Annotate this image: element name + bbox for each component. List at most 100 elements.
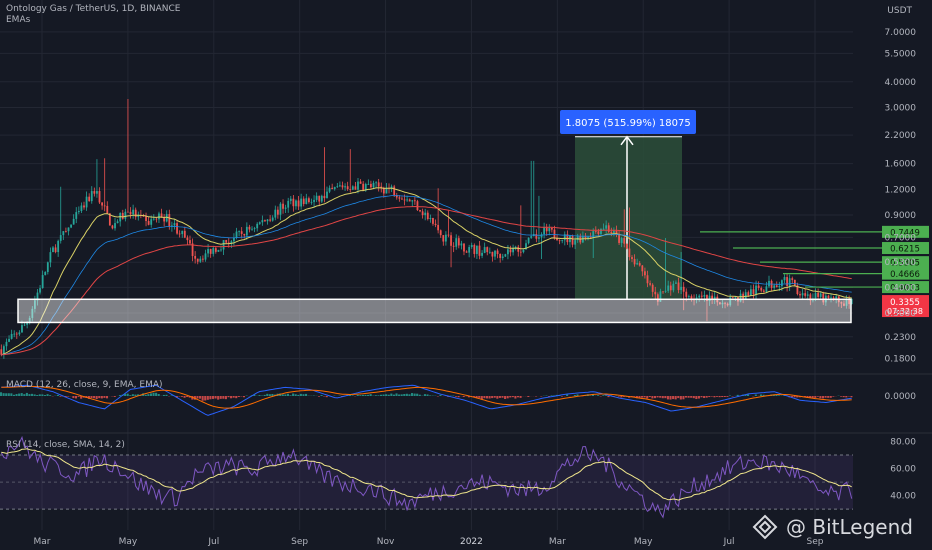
candle-body xyxy=(72,218,75,225)
candle-body xyxy=(530,236,533,238)
candle-body xyxy=(152,218,155,220)
macd-bar xyxy=(550,395,553,396)
candle-body xyxy=(755,285,757,295)
candle-body xyxy=(284,207,287,209)
candle-body xyxy=(765,286,768,292)
macd-bar xyxy=(821,396,825,399)
candle-body xyxy=(419,210,421,212)
candle-body xyxy=(276,209,279,215)
macd-bar xyxy=(356,394,359,396)
macd-bar xyxy=(395,393,398,396)
candle-body xyxy=(23,324,26,326)
macd-bar xyxy=(633,396,636,397)
candle-body xyxy=(680,286,683,291)
candle-body xyxy=(349,189,352,190)
price-tick-label: 1.2000 xyxy=(885,185,917,195)
candle-body xyxy=(106,205,109,214)
candle-body xyxy=(424,212,427,216)
candle-body xyxy=(300,198,303,207)
candle-body xyxy=(558,240,561,242)
candle-body xyxy=(413,200,416,202)
macd-bar xyxy=(23,394,26,396)
candle-body xyxy=(240,231,243,234)
candle-body xyxy=(574,240,577,245)
macd-bar xyxy=(2,393,5,396)
macd-bar xyxy=(462,396,465,397)
macd-bar xyxy=(511,396,514,398)
candle-body xyxy=(698,295,701,298)
candle-body xyxy=(305,198,308,205)
price-tick-label: 0.9000 xyxy=(885,211,917,221)
macd-bar xyxy=(369,394,372,396)
candle-body xyxy=(52,247,54,253)
candle-body xyxy=(393,186,396,195)
candle-body xyxy=(44,271,47,276)
candle-body xyxy=(819,293,822,297)
candle-body xyxy=(486,247,489,253)
macd-bar xyxy=(292,393,295,396)
macd-bar xyxy=(49,395,52,396)
macd-bar xyxy=(573,395,576,396)
candle-body xyxy=(685,291,688,297)
candle-body xyxy=(202,258,204,260)
macd-bar xyxy=(457,396,460,398)
candle-body xyxy=(401,198,403,200)
price-tick-label: 0.2300 xyxy=(885,333,917,343)
candle-body xyxy=(93,191,96,194)
macd-bar xyxy=(289,395,292,396)
macd-bar xyxy=(454,396,458,397)
macd-bar xyxy=(90,396,93,398)
candle-body xyxy=(455,238,458,247)
candle-body xyxy=(426,212,429,220)
candle-body xyxy=(636,263,639,265)
candle-body xyxy=(429,217,432,220)
candle-body xyxy=(209,249,212,254)
macd-bar xyxy=(224,396,227,400)
candle-body xyxy=(320,195,323,202)
candle-body xyxy=(786,277,788,287)
candle-body xyxy=(176,223,178,234)
macd-bar xyxy=(602,395,605,396)
macd-bar xyxy=(268,394,271,396)
measure-label: 1.8075 (515.99%) 18075 xyxy=(565,118,690,129)
candle-body xyxy=(212,248,215,254)
symbol-title: Ontology Gas / TetherUS, 1D, BINANCE xyxy=(6,4,181,14)
macd-bar xyxy=(674,396,677,400)
candle-body xyxy=(279,203,282,215)
macd-bar xyxy=(113,396,116,397)
chart-canvas[interactable]: 1.8075 (515.99%) 180750.74490.62150.5305… xyxy=(0,0,932,550)
candle-body xyxy=(372,182,375,188)
rsi-tick-label: 60.00 xyxy=(890,465,916,475)
candle-body xyxy=(731,297,734,299)
macd-bar xyxy=(416,393,419,396)
candle-body xyxy=(114,223,116,229)
candle-body xyxy=(158,213,160,220)
candle-body xyxy=(483,247,486,253)
candle-body xyxy=(757,285,760,288)
macd-bar xyxy=(367,394,370,396)
macd-bar xyxy=(219,396,222,399)
candle-body xyxy=(434,223,437,225)
macd-bar xyxy=(134,394,137,396)
candle-body xyxy=(287,200,290,208)
macd-bar xyxy=(485,396,489,399)
price-tick-label: 0.5300 xyxy=(885,258,917,268)
macd-bar xyxy=(426,394,429,396)
candle-body xyxy=(57,240,60,253)
candle-body xyxy=(15,333,18,335)
price-tick-label: 0.4000 xyxy=(885,283,917,293)
price-tick-label: 2.2000 xyxy=(885,131,917,141)
macd-bar xyxy=(77,396,80,397)
candle-body xyxy=(67,227,70,232)
candle-body xyxy=(351,186,354,190)
candle-body xyxy=(295,200,297,207)
candle-body xyxy=(217,249,220,252)
candle-body xyxy=(155,218,158,220)
macd-bar xyxy=(527,396,530,397)
candle-body xyxy=(470,244,473,248)
candle-body xyxy=(302,198,305,205)
candle-body xyxy=(439,230,442,236)
candle-body xyxy=(638,263,641,266)
macd-bar xyxy=(679,396,682,400)
macd-bar xyxy=(7,393,10,396)
